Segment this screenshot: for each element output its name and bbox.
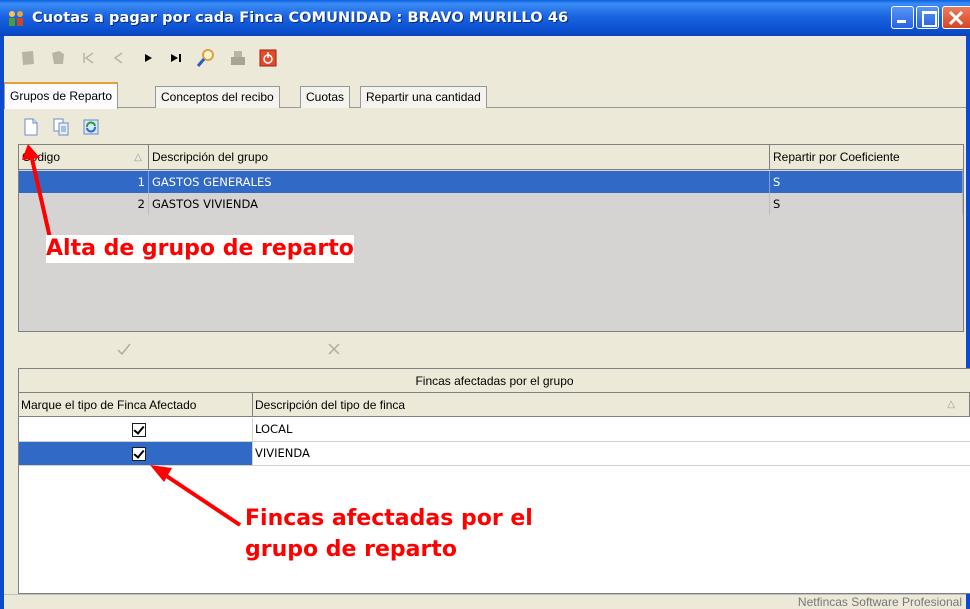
close-button[interactable] xyxy=(942,6,970,29)
refresh-icon[interactable] xyxy=(82,118,100,136)
cell-descripcion: GASTOS GENERALES xyxy=(149,171,770,193)
table-row[interactable]: 1 GASTOS GENERALES S xyxy=(19,171,963,193)
tab-cuotas[interactable]: Cuotas xyxy=(300,86,351,108)
exit-button[interactable] xyxy=(256,46,280,70)
last-button[interactable] xyxy=(164,46,188,70)
skip-back-icon xyxy=(83,52,94,64)
column-label: Código xyxy=(22,150,61,164)
column-label: Descripción del tipo de finca xyxy=(255,398,406,412)
close-icon xyxy=(948,10,964,26)
table-row[interactable]: LOCAL xyxy=(19,418,970,442)
column-header-codigo[interactable]: Código △ xyxy=(19,145,149,170)
cell-descripcion-tipo: VIVIENDA xyxy=(255,446,310,460)
search-button[interactable] xyxy=(194,46,218,70)
tab-conceptos-del-recibo[interactable]: Conceptos del recibo xyxy=(155,86,280,108)
window-title: Cuotas a pagar por cada Finca COMUNIDAD … xyxy=(32,10,569,26)
skip-back-button[interactable] xyxy=(76,46,100,70)
first-record-icon xyxy=(22,51,34,65)
prior-page-button[interactable] xyxy=(46,46,70,70)
search-icon xyxy=(196,49,214,67)
cell-checkbox xyxy=(19,442,253,465)
sort-asc-icon: △ xyxy=(134,152,142,163)
column-header-descripcion-tipo[interactable]: Descripción del tipo de finca △ xyxy=(253,393,970,417)
tab-strip: Grupos de Reparto Conceptos del recibo C… xyxy=(4,80,966,109)
annotation-fincas-line2: grupo de reparto xyxy=(245,536,457,564)
fincas-grid: Fincas afectadas por el grupo Marque el … xyxy=(18,368,970,594)
fincas-grid-band-title: Fincas afectadas por el grupo xyxy=(19,369,970,393)
cell-repartir: S xyxy=(770,193,963,215)
maximize-button[interactable] xyxy=(916,6,939,29)
sort-asc-icon: △ xyxy=(947,399,955,410)
cell-codigo: 1 xyxy=(19,171,149,193)
tab-grupos-de-reparto[interactable]: Grupos de Reparto xyxy=(4,82,119,109)
first-record-button[interactable] xyxy=(16,46,40,70)
prior-icon xyxy=(52,51,64,64)
copy-document-icon[interactable] xyxy=(52,118,70,136)
annotation-fincas-line1: Fincas afectadas por el xyxy=(245,505,533,533)
annotation-alta-grupo: Alta de grupo de reparto xyxy=(46,235,354,263)
cell-checkbox xyxy=(19,418,253,441)
group-toolbar xyxy=(4,109,966,145)
column-header-repartir[interactable]: Repartir por Coeficiente xyxy=(770,145,964,170)
new-document-icon[interactable] xyxy=(22,118,40,136)
x-icon[interactable] xyxy=(327,342,341,356)
previous-button[interactable] xyxy=(106,46,130,70)
power-icon xyxy=(259,49,277,67)
table-row[interactable]: 2 GASTOS VIVIENDA S xyxy=(19,193,963,215)
column-header-marque[interactable]: Marque el tipo de Finca Afectado xyxy=(19,393,253,417)
check-icon[interactable] xyxy=(116,342,132,356)
last-icon xyxy=(171,54,181,62)
finca-checkbox[interactable] xyxy=(132,447,146,461)
navigation-toolbar xyxy=(4,36,966,80)
status-bar: Netfincas Software Profesional xyxy=(4,594,966,609)
cell-repartir: S xyxy=(770,171,963,193)
tab-repartir-una-cantidad[interactable]: Repartir una cantidad xyxy=(360,86,487,108)
print-button[interactable] xyxy=(226,46,250,70)
title-bar: Cuotas a pagar por cada Finca COMUNIDAD … xyxy=(0,0,970,36)
minimize-button[interactable] xyxy=(891,6,914,29)
app-icon xyxy=(9,11,23,26)
cell-codigo: 2 xyxy=(19,193,149,215)
next-icon xyxy=(145,54,152,62)
column-header-descripcion[interactable]: Descripción del grupo xyxy=(149,145,770,170)
cell-descripcion: GASTOS VIVIENDA xyxy=(149,193,770,215)
table-row[interactable]: VIVIENDA xyxy=(19,442,970,466)
print-icon xyxy=(231,51,245,65)
previous-icon xyxy=(113,52,123,64)
edit-confirm-bar xyxy=(4,332,966,366)
cell-descripcion-tipo: LOCAL xyxy=(255,422,293,436)
next-button[interactable] xyxy=(136,46,160,70)
finca-checkbox[interactable] xyxy=(132,423,146,437)
